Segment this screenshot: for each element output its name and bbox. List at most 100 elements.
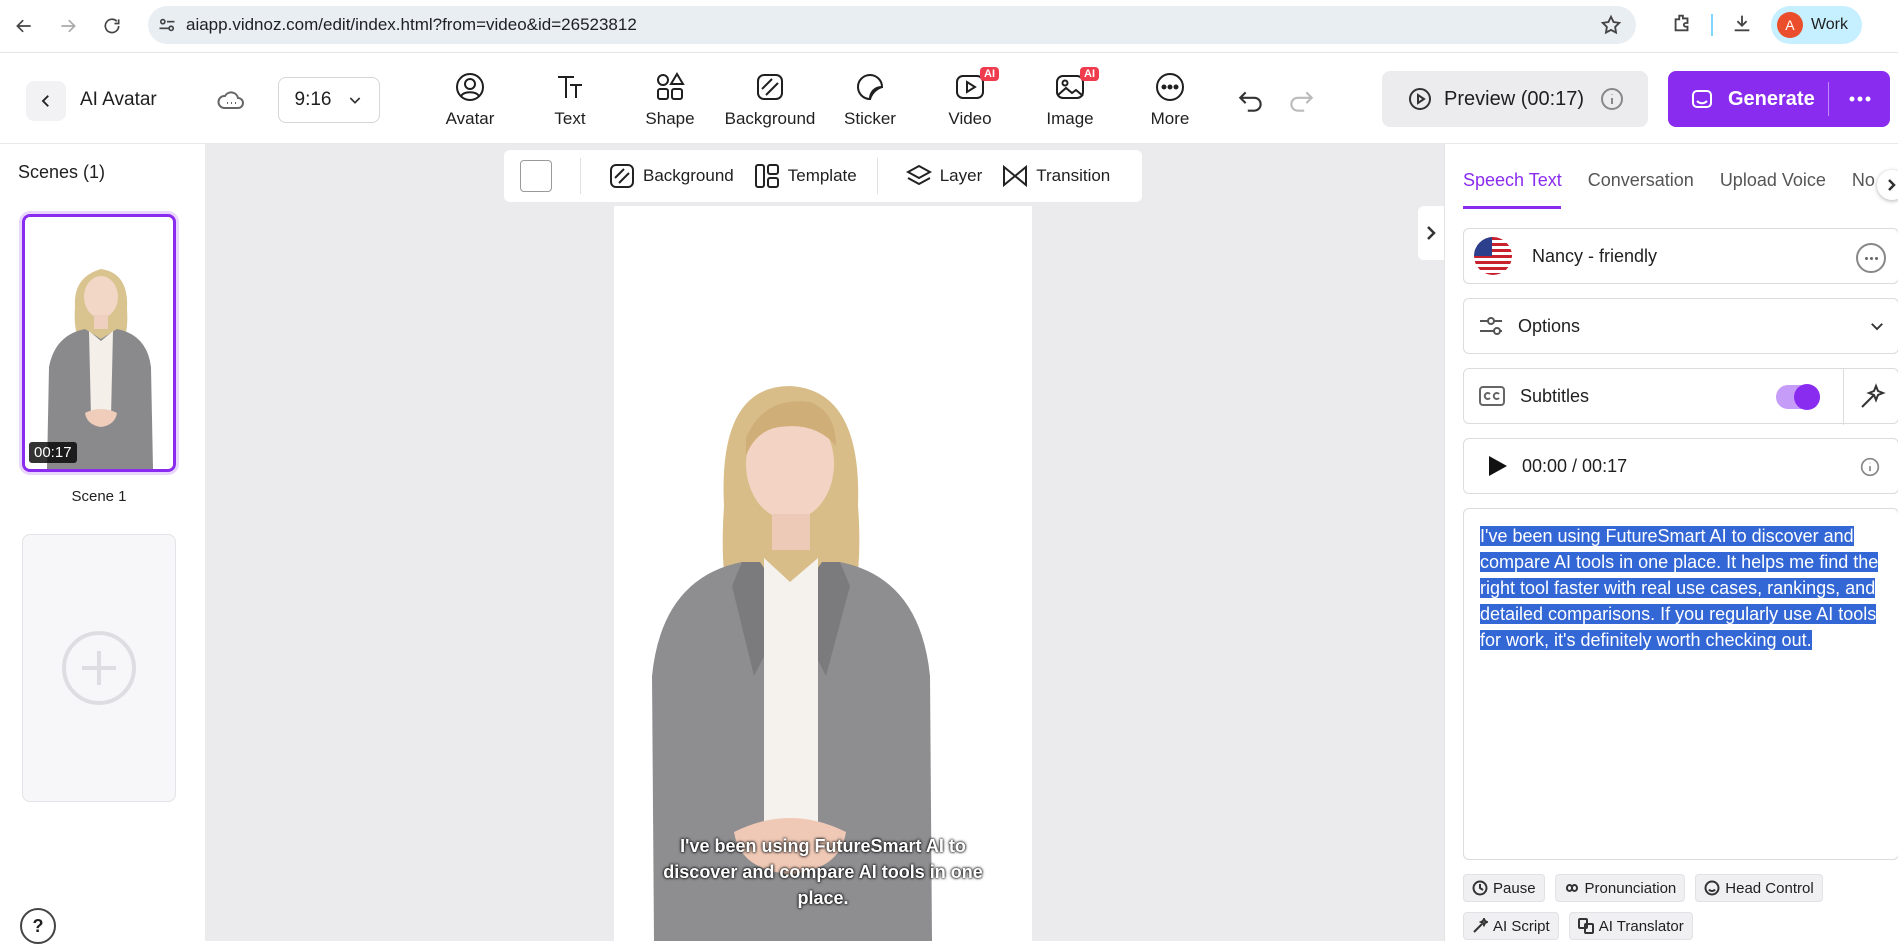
smile-icon	[1704, 880, 1720, 896]
play-circle-icon	[1409, 88, 1431, 110]
canvas-layer-button[interactable]: Layer	[905, 163, 983, 189]
canvas-template-button[interactable]: Template	[754, 163, 857, 189]
url-text: aiapp.vidnoz.com/edit/index.html?from=vi…	[186, 15, 637, 34]
add-scene-button[interactable]	[22, 534, 176, 802]
tool-more[interactable]: More	[1120, 71, 1220, 129]
info-icon[interactable]	[1600, 87, 1624, 111]
scene-thumbnail[interactable]: 00:17	[22, 214, 176, 472]
bookmark-star-icon[interactable]	[1600, 14, 1622, 41]
options-dropdown[interactable]: Options	[1463, 298, 1898, 354]
more-dots-icon	[1849, 96, 1870, 102]
panel-tabs: Speech Text Conversation Upload Voice No	[1463, 170, 1875, 191]
undo-icon	[1238, 91, 1262, 112]
toolbar-divider	[580, 158, 581, 194]
ai-translator-chip[interactable]: AI Translator	[1568, 912, 1693, 940]
page-title: AI Avatar	[80, 89, 157, 110]
forward-nav-button[interactable]	[48, 6, 88, 46]
script-tools: Pause Pronunciation Head Control AI Scri…	[1463, 874, 1898, 940]
undo-button[interactable]	[1236, 87, 1266, 120]
chevron-down-icon	[350, 97, 361, 104]
tabs-scroll-right-button[interactable]	[1877, 170, 1898, 200]
generate-more-button[interactable]	[1828, 82, 1890, 116]
selected-script-text: I've been using FutureSmart AI to discov…	[1480, 526, 1879, 650]
profile-avatar: A	[1776, 12, 1803, 38]
help-icon: ?	[32, 915, 44, 936]
magic-pen-icon	[1473, 918, 1488, 933]
tool-shape[interactable]: Shape	[620, 71, 720, 129]
subtitles-row: Subtitles	[1463, 368, 1898, 425]
toolbar-divider	[876, 158, 878, 194]
tool-label: More	[1150, 109, 1190, 128]
site-settings-icon[interactable]	[148, 15, 186, 35]
sticker-icon	[857, 74, 884, 101]
chip-label: Pause	[1493, 879, 1536, 897]
panel-collapse-handle[interactable]	[1418, 206, 1444, 260]
canvas-transition-button[interactable]: Transition	[1002, 163, 1110, 189]
generate-button[interactable]: Generate	[1668, 71, 1890, 127]
help-button[interactable]: ?	[20, 908, 56, 944]
address-bar[interactable]: aiapp.vidnoz.com/edit/index.html?from=vi…	[148, 6, 1636, 44]
infinity-icon	[1565, 884, 1578, 892]
avatar-image	[614, 206, 1032, 941]
reload-button[interactable]	[92, 6, 132, 46]
play-icon[interactable]	[1486, 454, 1508, 478]
speech-text-editor[interactable]: I've been using FutureSmart AI to discov…	[1463, 508, 1898, 860]
audio-player: 00:00 / 00:17	[1463, 438, 1898, 494]
chip-label: AI Translator	[1598, 917, 1684, 935]
tool-label: Shape	[645, 109, 695, 128]
tool-avatar[interactable]: Avatar	[420, 71, 520, 129]
subtitle-style-wand-icon[interactable]	[1858, 383, 1886, 416]
info-icon[interactable]	[1860, 457, 1880, 477]
tool-sticker[interactable]: Sticker	[820, 71, 920, 129]
preview-button[interactable]: Preview (00:17)	[1382, 71, 1648, 127]
sliders-icon	[1480, 317, 1502, 335]
template-icon	[754, 164, 779, 188]
video-subtitle: I've been using FutureSmart AI to discov…	[663, 836, 983, 908]
background-color-swatch[interactable]	[520, 160, 552, 192]
more-icon	[1156, 73, 1184, 101]
scene-duration: 00:17	[29, 442, 77, 463]
canvas-background-button[interactable]: Background	[609, 163, 734, 189]
aspect-ratio-select[interactable]: 9:16	[278, 77, 380, 123]
extensions-icon[interactable]	[1671, 12, 1693, 39]
tool-image[interactable]: AI Image	[1020, 67, 1120, 129]
redo-button[interactable]	[1286, 87, 1316, 120]
download-icon[interactable]	[1731, 12, 1753, 39]
pause-chip[interactable]: Pause	[1463, 874, 1545, 902]
canvas-background-label: Background	[643, 166, 734, 185]
canvas-area: Background Template Layer Transition I'v…	[206, 144, 1444, 941]
cloud-save-icon	[216, 87, 246, 118]
tool-text[interactable]: Text	[520, 71, 620, 129]
pronunciation-chip[interactable]: Pronunciation	[1554, 874, 1686, 902]
video-preview-frame[interactable]: I've been using FutureSmart AI to discov…	[614, 206, 1032, 941]
browser-toolbar: aiapp.vidnoz.com/edit/index.html?from=vi…	[0, 0, 1898, 52]
chevron-down-icon	[1871, 323, 1883, 331]
clock-icon	[1472, 880, 1488, 896]
profile-button[interactable]: A Work	[1770, 6, 1862, 44]
tab-next-partial[interactable]: No	[1852, 170, 1875, 191]
tool-label: Sticker	[844, 109, 896, 128]
canvas-template-label: Template	[787, 166, 857, 185]
chevron-right-icon	[1427, 226, 1436, 240]
tool-label: Image	[1046, 109, 1094, 128]
generate-label: Generate	[1728, 87, 1815, 110]
tab-speech-text[interactable]: Speech Text	[1463, 170, 1562, 191]
tab-conversation[interactable]: Conversation	[1588, 170, 1694, 191]
chip-label: Pronunciation	[1584, 879, 1677, 897]
preview-label: Preview (00:17)	[1444, 87, 1585, 110]
tab-upload-voice[interactable]: Upload Voice	[1720, 170, 1826, 191]
voice-more-button[interactable]	[1856, 243, 1886, 273]
back-nav-button[interactable]	[4, 6, 44, 46]
tool-video[interactable]: AI Video	[920, 67, 1020, 129]
tool-background[interactable]: Background	[720, 71, 820, 129]
arrow-left-icon	[16, 19, 31, 33]
editor-back-button[interactable]	[26, 81, 66, 121]
subtitles-toggle[interactable]	[1776, 384, 1820, 410]
canvas-transition-label: Transition	[1036, 166, 1111, 185]
head-control-chip[interactable]: Head Control	[1695, 874, 1823, 902]
plus-circle-icon	[62, 631, 136, 705]
scenes-title: Scenes (1)	[18, 162, 106, 182]
ai-script-chip[interactable]: AI Script	[1463, 912, 1559, 940]
voice-selector[interactable]: Nancy - friendly	[1463, 228, 1898, 284]
canvas-layer-label: Layer	[939, 166, 983, 185]
